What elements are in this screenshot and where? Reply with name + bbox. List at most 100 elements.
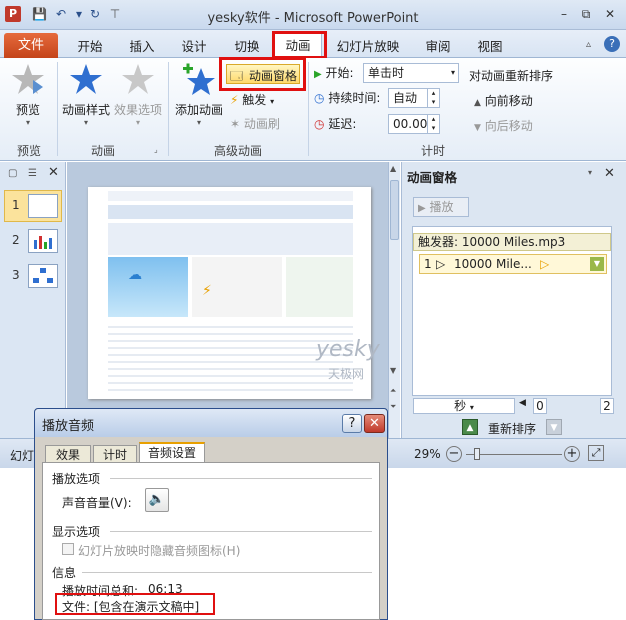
start-play-icon: ▶ — [314, 69, 322, 80]
reorder-label: 重新排序 — [488, 422, 537, 436]
time-unit-value: 秒 — [454, 399, 467, 413]
zoom-slider-track[interactable] — [466, 454, 562, 455]
collapse-ribbon-icon[interactable]: ▵ — [586, 39, 591, 50]
animation-item-label: 10000 Mile... — [454, 257, 532, 271]
effect-options-label: 效果选项 — [113, 103, 162, 117]
tab-home[interactable]: 开始 — [68, 37, 112, 57]
section-info: 信息 — [52, 566, 77, 580]
tab-insert[interactable]: 插入 — [120, 37, 164, 57]
scroll-down-icon[interactable]: ▼ — [390, 366, 396, 375]
slides-tab-icon[interactable]: ▢ — [8, 168, 17, 179]
zoom-out-icon[interactable]: − — [446, 446, 462, 462]
duration-input[interactable]: 自动 ▴ ▾ — [388, 88, 440, 108]
add-animation-button[interactable]: 添加动画 ▾ — [172, 62, 226, 127]
chevron-down-icon: ▾ — [450, 68, 455, 77]
tab-view[interactable]: 视图 — [470, 37, 510, 57]
group-separator — [168, 62, 169, 156]
animation-item-number: 1 — [424, 257, 432, 271]
reorder-up-icon[interactable]: ▲ — [462, 419, 478, 435]
zoom-slider-handle[interactable] — [474, 448, 480, 460]
animation-item[interactable]: 1 ▷ 10000 Mile... ▷ ▼ — [419, 254, 607, 274]
timeline-left-icon[interactable]: ◀ — [519, 398, 526, 408]
volume-button[interactable]: 🔈 — [145, 488, 169, 512]
dialog-tab-audio-settings[interactable]: 音频设置 — [139, 442, 205, 463]
zoom-level[interactable]: 29% — [414, 447, 441, 461]
animation-style-star-icon — [70, 64, 102, 94]
next-slide-icon[interactable]: ⏷ — [390, 402, 396, 412]
animation-list[interactable] — [412, 226, 612, 396]
delay-input[interactable]: 00.00 ▴ ▾ — [388, 114, 440, 134]
start-value: 单击时 — [368, 66, 405, 80]
dialog-tab-effect[interactable]: 效果 — [45, 445, 91, 463]
section-play-options: 播放选项 — [52, 472, 101, 486]
move-earlier-button[interactable]: ▲ 向前移动 — [474, 91, 533, 111]
minimize-icon[interactable]: – — [556, 7, 572, 21]
item-dropdown-icon[interactable]: ▼ — [590, 257, 604, 271]
painter-label: 动画刷 — [243, 117, 280, 131]
slide-thumbnail[interactable] — [28, 194, 58, 218]
animation-pane-title: 动画窗格 — [407, 170, 458, 185]
duration-spinner[interactable]: ▴ ▾ — [427, 89, 439, 107]
effect-options-star-icon — [122, 64, 154, 94]
speaker-icon: 🔈 — [148, 492, 166, 507]
zoom-in-icon[interactable]: + — [564, 446, 580, 462]
fit-window-icon[interactable]: ⤢ — [588, 445, 604, 461]
close-icon[interactable]: ✕ — [602, 7, 618, 21]
watermark-brand: yesky — [316, 337, 380, 362]
tab-slideshow[interactable]: 幻灯片放映 — [334, 37, 402, 57]
animation-painter-button[interactable]: ✶ 动画刷 — [230, 114, 280, 134]
group-label-timing: 计时 — [420, 144, 445, 158]
help-icon[interactable]: ? — [342, 414, 362, 433]
preview-button[interactable]: 预览 ▾ — [6, 62, 50, 127]
time-unit-select[interactable]: 秒 ▾ — [413, 398, 515, 414]
scroll-thumb[interactable] — [390, 180, 399, 240]
tab-file[interactable]: 文件 — [4, 33, 58, 58]
slide-canvas[interactable]: ☁ ⚡ yesky 天极网 — [88, 187, 380, 399]
window-title: yesky软件 - Microsoft PowerPoint — [207, 11, 419, 26]
group-separator — [57, 62, 58, 156]
trigger-button[interactable]: ⚡ 触发 ▾ — [230, 90, 274, 110]
tab-review[interactable]: 审阅 — [418, 37, 458, 57]
webpage-header — [108, 191, 353, 201]
reorder-title: 对动画重新排序 — [469, 69, 554, 83]
hide-icon-label: 幻灯片放映时隐藏音频图标(H) — [78, 544, 241, 558]
restore-icon[interactable]: ⧉ — [578, 7, 594, 21]
webpage-search-bar — [108, 205, 353, 219]
timeline-end: 2 — [600, 398, 614, 414]
effect-options-button[interactable]: 效果选项 ▾ — [112, 62, 164, 127]
duration-row: ◷ 持续时间: — [314, 88, 380, 108]
triangle-down-icon: ▼ — [474, 123, 481, 133]
reorder-down-icon[interactable]: ▼ — [546, 419, 562, 435]
hide-icon-checkbox[interactable] — [62, 543, 74, 555]
slide-thumbnail[interactable] — [28, 264, 58, 288]
highlight-frame — [55, 593, 215, 615]
prev-slide-icon[interactable]: ⏶ — [390, 386, 396, 396]
outline-tab-icon[interactable]: ☰ — [28, 168, 37, 179]
play-button[interactable]: ▶ 播放 — [413, 197, 469, 217]
animation-styles-button[interactable]: 动画样式 ▾ — [60, 62, 112, 127]
add-animation-label: 添加动画 — [174, 103, 223, 117]
close-icon[interactable]: ✕ — [364, 414, 385, 433]
scroll-up-icon[interactable]: ▲ — [390, 164, 396, 173]
start-label: 开始: — [325, 66, 354, 80]
group-label-preview: 预览 — [16, 144, 41, 158]
tab-transitions[interactable]: 切换 — [225, 37, 269, 57]
delay-spinner[interactable]: ▴ ▾ — [427, 115, 439, 133]
move-later-button[interactable]: ▼ 向后移动 — [474, 116, 533, 136]
start-select[interactable]: 单击时 ▾ — [363, 63, 459, 83]
help-icon[interactable]: ? — [604, 36, 620, 52]
close-pane-icon[interactable]: ✕ — [48, 165, 59, 180]
clock-icon: ◷ — [314, 91, 325, 105]
slide-thumbnail[interactable] — [28, 229, 58, 253]
webpage-nav-links — [108, 223, 353, 255]
tab-design[interactable]: 设计 — [172, 37, 216, 57]
timeline-marker-icon: ▷ — [540, 257, 550, 271]
section-display-options: 显示选项 — [52, 525, 101, 539]
vertical-scrollbar[interactable]: ▲ ▼ ⏶ ⏷ — [388, 162, 400, 438]
webpage-banner-image: ☁ — [108, 257, 188, 317]
dialog-tab-timing[interactable]: 计时 — [93, 445, 137, 463]
trigger-header[interactable]: 触发器: 10000 Miles.mp3 — [413, 233, 611, 251]
close-pane-icon[interactable]: ✕ — [604, 166, 615, 181]
pane-options-icon[interactable]: ▾ — [588, 168, 592, 177]
dialog-launcher-icon[interactable]: ⌟ — [154, 145, 158, 154]
